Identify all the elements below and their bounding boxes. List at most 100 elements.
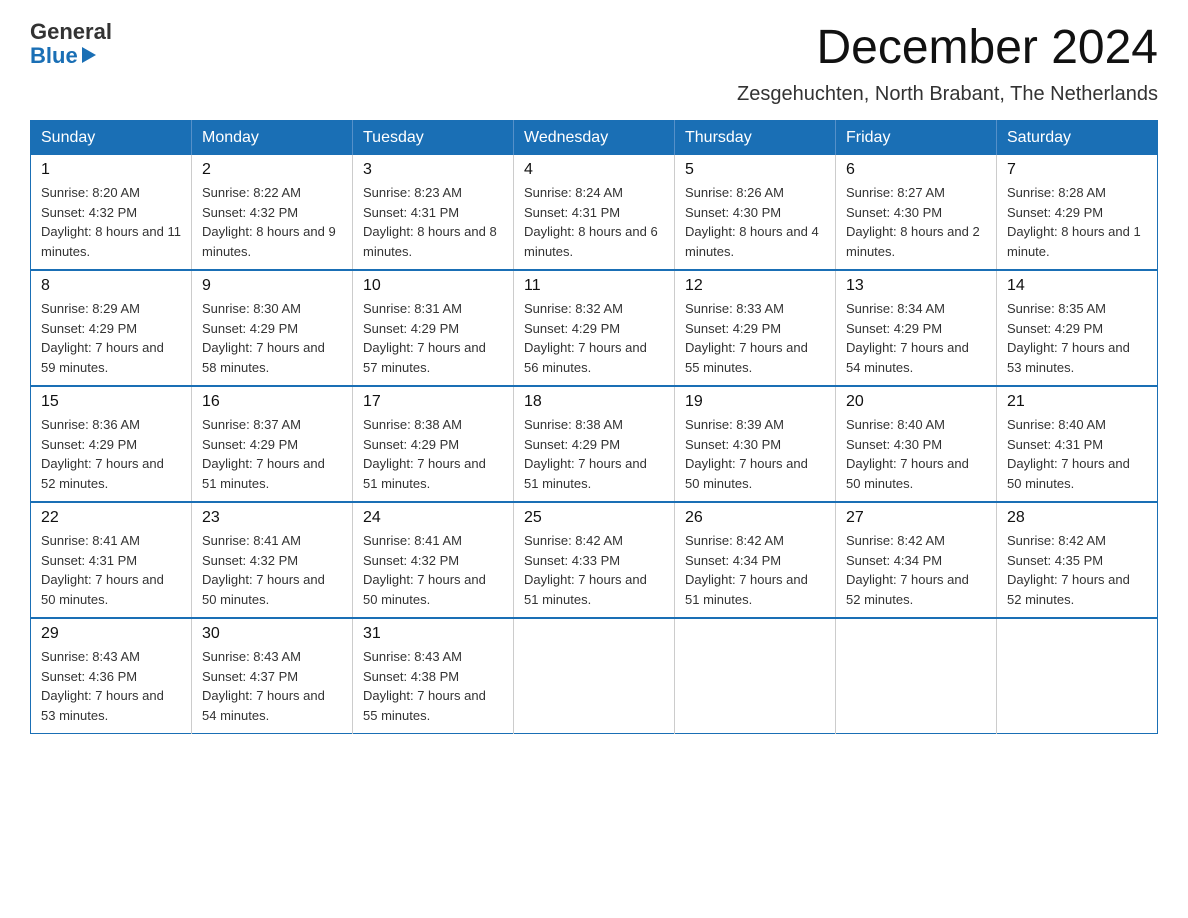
calendar-week-row: 1 Sunrise: 8:20 AM Sunset: 4:32 PM Dayli…: [31, 155, 1158, 270]
day-number: 6: [846, 161, 986, 179]
day-info: Sunrise: 8:41 AM Sunset: 4:32 PM Dayligh…: [202, 531, 342, 609]
day-number: 23: [202, 509, 342, 527]
day-info: Sunrise: 8:31 AM Sunset: 4:29 PM Dayligh…: [363, 299, 503, 377]
sunset-label: Sunset: 4:29 PM: [685, 321, 781, 336]
day-info: Sunrise: 8:43 AM Sunset: 4:36 PM Dayligh…: [41, 647, 181, 725]
day-info: Sunrise: 8:42 AM Sunset: 4:34 PM Dayligh…: [685, 531, 825, 609]
table-row: 17 Sunrise: 8:38 AM Sunset: 4:29 PM Dayl…: [353, 386, 514, 502]
day-number: 9: [202, 277, 342, 295]
sunset-label: Sunset: 4:30 PM: [685, 205, 781, 220]
logo-general-text: General: [30, 20, 112, 44]
table-row: 7 Sunrise: 8:28 AM Sunset: 4:29 PM Dayli…: [997, 155, 1158, 270]
logo-arrow-icon: [82, 47, 96, 63]
daylight-label: Daylight: 8 hours and 4 minutes.: [685, 224, 819, 259]
day-number: 30: [202, 625, 342, 643]
calendar-week-row: 8 Sunrise: 8:29 AM Sunset: 4:29 PM Dayli…: [31, 270, 1158, 386]
day-number: 11: [524, 277, 664, 295]
table-row: [997, 618, 1158, 734]
sunset-label: Sunset: 4:29 PM: [1007, 321, 1103, 336]
table-row: 26 Sunrise: 8:42 AM Sunset: 4:34 PM Dayl…: [675, 502, 836, 618]
sunset-label: Sunset: 4:37 PM: [202, 669, 298, 684]
day-info: Sunrise: 8:40 AM Sunset: 4:31 PM Dayligh…: [1007, 415, 1147, 493]
day-info: Sunrise: 8:30 AM Sunset: 4:29 PM Dayligh…: [202, 299, 342, 377]
day-number: 12: [685, 277, 825, 295]
day-number: 25: [524, 509, 664, 527]
sunrise-label: Sunrise: 8:24 AM: [524, 185, 623, 200]
day-number: 26: [685, 509, 825, 527]
daylight-label: Daylight: 7 hours and 53 minutes.: [1007, 340, 1130, 375]
day-number: 14: [1007, 277, 1147, 295]
sunrise-label: Sunrise: 8:34 AM: [846, 301, 945, 316]
day-number: 8: [41, 277, 181, 295]
title-block: December 2024: [816, 20, 1158, 75]
day-number: 22: [41, 509, 181, 527]
daylight-label: Daylight: 7 hours and 50 minutes.: [846, 456, 969, 491]
sunrise-label: Sunrise: 8:40 AM: [1007, 417, 1106, 432]
daylight-label: Daylight: 8 hours and 11 minutes.: [41, 224, 181, 259]
daylight-label: Daylight: 8 hours and 2 minutes.: [846, 224, 980, 259]
sunrise-label: Sunrise: 8:38 AM: [363, 417, 462, 432]
sunset-label: Sunset: 4:32 PM: [41, 205, 137, 220]
table-row: 18 Sunrise: 8:38 AM Sunset: 4:29 PM Dayl…: [514, 386, 675, 502]
table-row: 27 Sunrise: 8:42 AM Sunset: 4:34 PM Dayl…: [836, 502, 997, 618]
daylight-label: Daylight: 7 hours and 50 minutes.: [41, 572, 164, 607]
day-number: 15: [41, 393, 181, 411]
daylight-label: Daylight: 8 hours and 9 minutes.: [202, 224, 336, 259]
daylight-label: Daylight: 7 hours and 51 minutes.: [685, 572, 808, 607]
sunset-label: Sunset: 4:29 PM: [1007, 205, 1103, 220]
table-row: 20 Sunrise: 8:40 AM Sunset: 4:30 PM Dayl…: [836, 386, 997, 502]
sunrise-label: Sunrise: 8:37 AM: [202, 417, 301, 432]
daylight-label: Daylight: 7 hours and 55 minutes.: [363, 688, 486, 723]
sunset-label: Sunset: 4:29 PM: [41, 321, 137, 336]
sunset-label: Sunset: 4:29 PM: [524, 321, 620, 336]
day-info: Sunrise: 8:42 AM Sunset: 4:33 PM Dayligh…: [524, 531, 664, 609]
day-number: 10: [363, 277, 503, 295]
sunset-label: Sunset: 4:31 PM: [41, 553, 137, 568]
col-tuesday: Tuesday: [353, 121, 514, 156]
table-row: 10 Sunrise: 8:31 AM Sunset: 4:29 PM Dayl…: [353, 270, 514, 386]
table-row: 3 Sunrise: 8:23 AM Sunset: 4:31 PM Dayli…: [353, 155, 514, 270]
day-info: Sunrise: 8:32 AM Sunset: 4:29 PM Dayligh…: [524, 299, 664, 377]
col-thursday: Thursday: [675, 121, 836, 156]
sunset-label: Sunset: 4:30 PM: [846, 205, 942, 220]
sunrise-label: Sunrise: 8:42 AM: [1007, 533, 1106, 548]
daylight-label: Daylight: 7 hours and 59 minutes.: [41, 340, 164, 375]
page-wrapper: General Blue December 2024 Zesgehuchten,…: [30, 20, 1158, 734]
day-info: Sunrise: 8:20 AM Sunset: 4:32 PM Dayligh…: [41, 183, 181, 261]
sunset-label: Sunset: 4:29 PM: [524, 437, 620, 452]
day-info: Sunrise: 8:40 AM Sunset: 4:30 PM Dayligh…: [846, 415, 986, 493]
table-row: 12 Sunrise: 8:33 AM Sunset: 4:29 PM Dayl…: [675, 270, 836, 386]
table-row: 6 Sunrise: 8:27 AM Sunset: 4:30 PM Dayli…: [836, 155, 997, 270]
table-row: 23 Sunrise: 8:41 AM Sunset: 4:32 PM Dayl…: [192, 502, 353, 618]
sunrise-label: Sunrise: 8:41 AM: [202, 533, 301, 548]
table-row: 19 Sunrise: 8:39 AM Sunset: 4:30 PM Dayl…: [675, 386, 836, 502]
table-row: 13 Sunrise: 8:34 AM Sunset: 4:29 PM Dayl…: [836, 270, 997, 386]
daylight-label: Daylight: 7 hours and 51 minutes.: [524, 572, 647, 607]
day-info: Sunrise: 8:34 AM Sunset: 4:29 PM Dayligh…: [846, 299, 986, 377]
day-number: 2: [202, 161, 342, 179]
table-row: 31 Sunrise: 8:43 AM Sunset: 4:38 PM Dayl…: [353, 618, 514, 734]
day-number: 1: [41, 161, 181, 179]
table-row: 28 Sunrise: 8:42 AM Sunset: 4:35 PM Dayl…: [997, 502, 1158, 618]
day-number: 28: [1007, 509, 1147, 527]
calendar-week-row: 15 Sunrise: 8:36 AM Sunset: 4:29 PM Dayl…: [31, 386, 1158, 502]
sunset-label: Sunset: 4:32 PM: [202, 205, 298, 220]
table-row: [836, 618, 997, 734]
sunrise-label: Sunrise: 8:36 AM: [41, 417, 140, 432]
sunset-label: Sunset: 4:35 PM: [1007, 553, 1103, 568]
day-info: Sunrise: 8:36 AM Sunset: 4:29 PM Dayligh…: [41, 415, 181, 493]
sunrise-label: Sunrise: 8:42 AM: [524, 533, 623, 548]
day-info: Sunrise: 8:28 AM Sunset: 4:29 PM Dayligh…: [1007, 183, 1147, 261]
day-number: 24: [363, 509, 503, 527]
day-number: 29: [41, 625, 181, 643]
sunset-label: Sunset: 4:38 PM: [363, 669, 459, 684]
table-row: 2 Sunrise: 8:22 AM Sunset: 4:32 PM Dayli…: [192, 155, 353, 270]
table-row: 29 Sunrise: 8:43 AM Sunset: 4:36 PM Dayl…: [31, 618, 192, 734]
sunrise-label: Sunrise: 8:30 AM: [202, 301, 301, 316]
table-row: 21 Sunrise: 8:40 AM Sunset: 4:31 PM Dayl…: [997, 386, 1158, 502]
sunset-label: Sunset: 4:32 PM: [202, 553, 298, 568]
table-row: 30 Sunrise: 8:43 AM Sunset: 4:37 PM Dayl…: [192, 618, 353, 734]
sunset-label: Sunset: 4:29 PM: [363, 321, 459, 336]
day-info: Sunrise: 8:39 AM Sunset: 4:30 PM Dayligh…: [685, 415, 825, 493]
calendar-header-row: Sunday Monday Tuesday Wednesday Thursday…: [31, 121, 1158, 156]
